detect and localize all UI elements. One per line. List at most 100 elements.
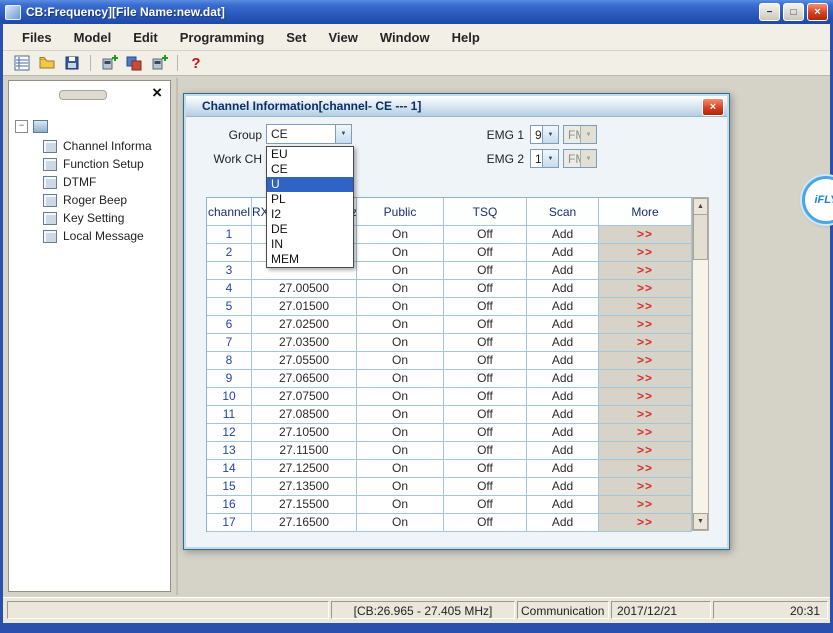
cell-channel[interactable]: 6: [207, 316, 252, 334]
cell-public[interactable]: On: [357, 514, 444, 532]
cell-tsq[interactable]: Off: [444, 244, 527, 262]
cell-more[interactable]: >>: [599, 280, 692, 298]
dropdown-option-pl[interactable]: PL: [267, 192, 353, 207]
cell-freq[interactable]: 27.01500: [252, 298, 357, 316]
cell-channel[interactable]: 11: [207, 406, 252, 424]
cell-tsq[interactable]: Off: [444, 496, 527, 514]
cell-freq[interactable]: 27.12500: [252, 460, 357, 478]
dropdown-option-mem[interactable]: MEM: [267, 252, 353, 267]
tree-root[interactable]: −: [15, 117, 168, 135]
menu-item-files[interactable]: Files: [11, 27, 63, 48]
cell-public[interactable]: On: [357, 226, 444, 244]
tree-item-channel-informa[interactable]: Channel Informa: [43, 137, 168, 155]
tree-item-function-setup[interactable]: Function Setup: [43, 155, 168, 173]
cell-freq[interactable]: 27.15500: [252, 496, 357, 514]
tree-item-key-setting[interactable]: Key Setting: [43, 209, 168, 227]
dropdown-option-de[interactable]: DE: [267, 222, 353, 237]
dialog-close-button[interactable]: ×: [702, 98, 724, 116]
dropdown-option-eu[interactable]: EU: [267, 147, 353, 162]
cell-more[interactable]: >>: [599, 262, 692, 280]
menu-item-help[interactable]: Help: [441, 27, 491, 48]
cell-public[interactable]: On: [357, 262, 444, 280]
cell-public[interactable]: On: [357, 442, 444, 460]
tree-item-roger-beep[interactable]: Roger Beep: [43, 191, 168, 209]
cell-tsq[interactable]: Off: [444, 442, 527, 460]
open-file-icon[interactable]: [36, 53, 58, 73]
cell-scan[interactable]: Add: [527, 406, 599, 424]
cell-public[interactable]: On: [357, 496, 444, 514]
panel-grip[interactable]: [59, 90, 107, 100]
dropdown-arrow-icon[interactable]: ▼: [335, 125, 351, 143]
read-from-radio-icon[interactable]: [98, 53, 120, 73]
emg2-combo[interactable]: 19 ▼: [530, 149, 559, 168]
cell-more[interactable]: >>: [599, 334, 692, 352]
cell-channel[interactable]: 17: [207, 514, 252, 532]
cell-channel[interactable]: 8: [207, 352, 252, 370]
menu-item-model[interactable]: Model: [63, 27, 123, 48]
emg1-combo[interactable]: 9 ▼: [530, 125, 559, 144]
cell-channel[interactable]: 9: [207, 370, 252, 388]
compare-icon[interactable]: [123, 53, 145, 73]
cell-freq[interactable]: 27.16500: [252, 514, 357, 532]
cell-public[interactable]: On: [357, 388, 444, 406]
cell-scan[interactable]: Add: [527, 496, 599, 514]
cell-freq[interactable]: 27.03500: [252, 334, 357, 352]
menu-item-programming[interactable]: Programming: [169, 27, 276, 48]
menu-item-window[interactable]: Window: [369, 27, 441, 48]
cell-more[interactable]: >>: [599, 352, 692, 370]
cell-more[interactable]: >>: [599, 460, 692, 478]
cell-freq[interactable]: 27.05500: [252, 352, 357, 370]
cell-tsq[interactable]: Off: [444, 226, 527, 244]
ifly-logo[interactable]: iFLY: [802, 176, 833, 224]
cell-more[interactable]: >>: [599, 496, 692, 514]
cell-scan[interactable]: Add: [527, 334, 599, 352]
cell-channel[interactable]: 12: [207, 424, 252, 442]
table-scrollbar[interactable]: ▲ ▼: [692, 197, 709, 531]
cell-channel[interactable]: 1: [207, 226, 252, 244]
save-icon[interactable]: [61, 53, 83, 73]
dropdown-option-ce[interactable]: CE: [267, 162, 353, 177]
help-icon[interactable]: ?: [185, 53, 207, 73]
minimize-button[interactable]: −: [759, 3, 780, 21]
cell-freq[interactable]: 27.07500: [252, 388, 357, 406]
group-combo[interactable]: CE ▼: [266, 124, 352, 144]
cell-tsq[interactable]: Off: [444, 388, 527, 406]
cell-freq[interactable]: 27.08500: [252, 406, 357, 424]
cell-public[interactable]: On: [357, 334, 444, 352]
close-button[interactable]: ×: [807, 3, 828, 21]
cell-more[interactable]: >>: [599, 316, 692, 334]
cell-channel[interactable]: 7: [207, 334, 252, 352]
cell-channel[interactable]: 15: [207, 478, 252, 496]
channel-list-icon[interactable]: [11, 53, 33, 73]
cell-more[interactable]: >>: [599, 370, 692, 388]
cell-scan[interactable]: Add: [527, 226, 599, 244]
cell-channel[interactable]: 2: [207, 244, 252, 262]
cell-public[interactable]: On: [357, 352, 444, 370]
cell-scan[interactable]: Add: [527, 298, 599, 316]
cell-scan[interactable]: Add: [527, 280, 599, 298]
dropdown-option-in[interactable]: IN: [267, 237, 353, 252]
cell-more[interactable]: >>: [599, 226, 692, 244]
cell-public[interactable]: On: [357, 424, 444, 442]
cell-public[interactable]: On: [357, 370, 444, 388]
cell-more[interactable]: >>: [599, 406, 692, 424]
cell-public[interactable]: On: [357, 298, 444, 316]
cell-scan[interactable]: Add: [527, 262, 599, 280]
tree-item-dtmf[interactable]: DTMF: [43, 173, 168, 191]
cell-more[interactable]: >>: [599, 514, 692, 532]
cell-scan[interactable]: Add: [527, 442, 599, 460]
scroll-thumb[interactable]: [693, 214, 708, 260]
cell-more[interactable]: >>: [599, 298, 692, 316]
cell-public[interactable]: On: [357, 406, 444, 424]
cell-freq[interactable]: 27.13500: [252, 478, 357, 496]
cell-tsq[interactable]: Off: [444, 262, 527, 280]
cell-tsq[interactable]: Off: [444, 478, 527, 496]
cell-tsq[interactable]: Off: [444, 514, 527, 532]
cell-public[interactable]: On: [357, 460, 444, 478]
scroll-down-icon[interactable]: ▼: [693, 513, 708, 530]
cell-channel[interactable]: 3: [207, 262, 252, 280]
cell-public[interactable]: On: [357, 244, 444, 262]
cell-tsq[interactable]: Off: [444, 424, 527, 442]
cell-more[interactable]: >>: [599, 442, 692, 460]
cell-freq[interactable]: 27.06500: [252, 370, 357, 388]
